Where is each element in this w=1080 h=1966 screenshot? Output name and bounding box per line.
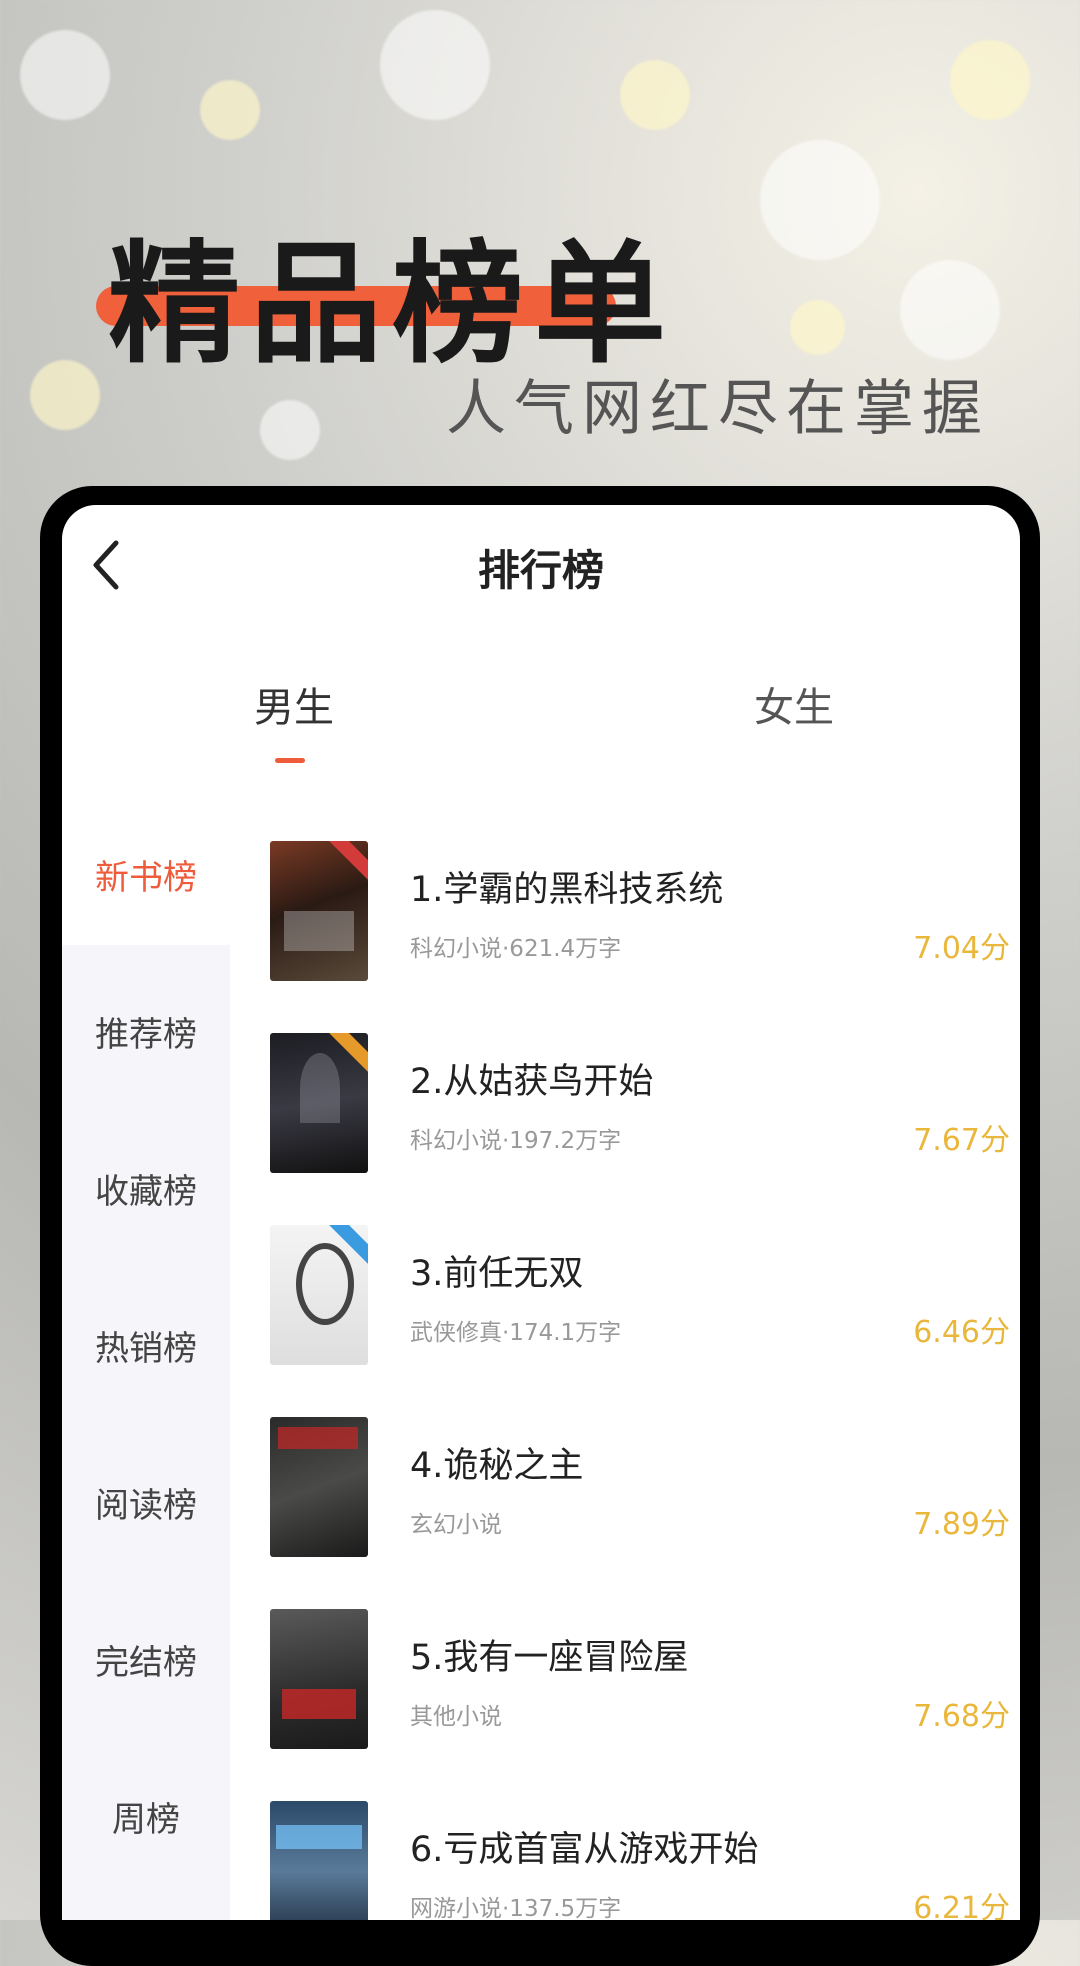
book-meta: 玄幻小说 (410, 1512, 502, 1538)
book-title: 5.我有一座冒险屋 (410, 1638, 689, 1678)
book-score: 7.04分 (913, 931, 1010, 966)
book-cover (270, 1609, 368, 1749)
book-cover (270, 841, 368, 981)
book-title: 4.诡秘之主 (410, 1446, 584, 1486)
book-score: 7.89分 (913, 1507, 1010, 1542)
book-cover (270, 1801, 368, 1920)
book-row[interactable]: 1.学霸的黑科技系统 科幻小说·621.4万字 7.04分 (270, 841, 1010, 981)
promo-subtitle: 人气网红尽在掌握 (446, 374, 990, 444)
book-row[interactable]: 6.亏成首富从游戏开始 网游小说·137.5万字 6.21分 (270, 1801, 1010, 1920)
tab-female[interactable]: 女生 (754, 675, 834, 733)
book-meta: 武侠修真·174.1万字 (410, 1320, 622, 1346)
book-cover (270, 1033, 368, 1173)
book-title: 2.从姑获鸟开始 (410, 1062, 654, 1102)
book-meta: 科幻小说·621.4万字 (410, 936, 622, 962)
tab-male[interactable]: 男生 (254, 675, 334, 733)
book-cover (270, 1417, 368, 1557)
page-title: 排行榜 (477, 546, 604, 595)
book-score: 7.67分 (913, 1123, 1010, 1158)
sidebar-item-new[interactable]: 新书榜 (62, 850, 230, 899)
book-title: 1.学霸的黑科技系统 (410, 870, 724, 910)
sidebar-item-recommend[interactable]: 推荐榜 (62, 1007, 230, 1056)
book-score: 6.46分 (913, 1315, 1010, 1350)
book-score: 6.21分 (913, 1891, 1010, 1920)
book-meta: 其他小说 (410, 1704, 502, 1730)
book-cover (270, 1225, 368, 1365)
sidebar-item-completed[interactable]: 完结榜 (62, 1635, 230, 1684)
book-title: 6.亏成首富从游戏开始 (410, 1830, 759, 1870)
book-row[interactable]: 2.从姑获鸟开始 科幻小说·197.2万字 7.67分 (270, 1033, 1010, 1173)
book-row[interactable]: 5.我有一座冒险屋 其他小说 7.68分 (270, 1609, 1010, 1749)
book-meta: 网游小说·137.5万字 (410, 1896, 622, 1920)
sidebar-item-favorites[interactable]: 收藏榜 (62, 1164, 230, 1213)
app-screen: 排行榜 男生 女生 新书榜 推荐榜 收藏榜 热销榜 阅读榜 完结榜 周榜 1.学… (62, 505, 1020, 1920)
sidebar-item-reading[interactable]: 阅读榜 (62, 1478, 230, 1527)
sidebar-item-weekly[interactable]: 周榜 (62, 1792, 230, 1841)
book-score: 7.68分 (913, 1699, 1010, 1734)
sidebar-item-bestselling[interactable]: 热销榜 (62, 1321, 230, 1370)
book-title: 3.前任无双 (410, 1254, 584, 1294)
book-row[interactable]: 4.诡秘之主 玄幻小说 7.89分 (270, 1417, 1010, 1557)
tab-active-indicator (275, 758, 305, 763)
book-row[interactable]: 3.前任无双 武侠修真·174.1万字 6.46分 (270, 1225, 1010, 1365)
book-meta: 科幻小说·197.2万字 (410, 1128, 622, 1154)
